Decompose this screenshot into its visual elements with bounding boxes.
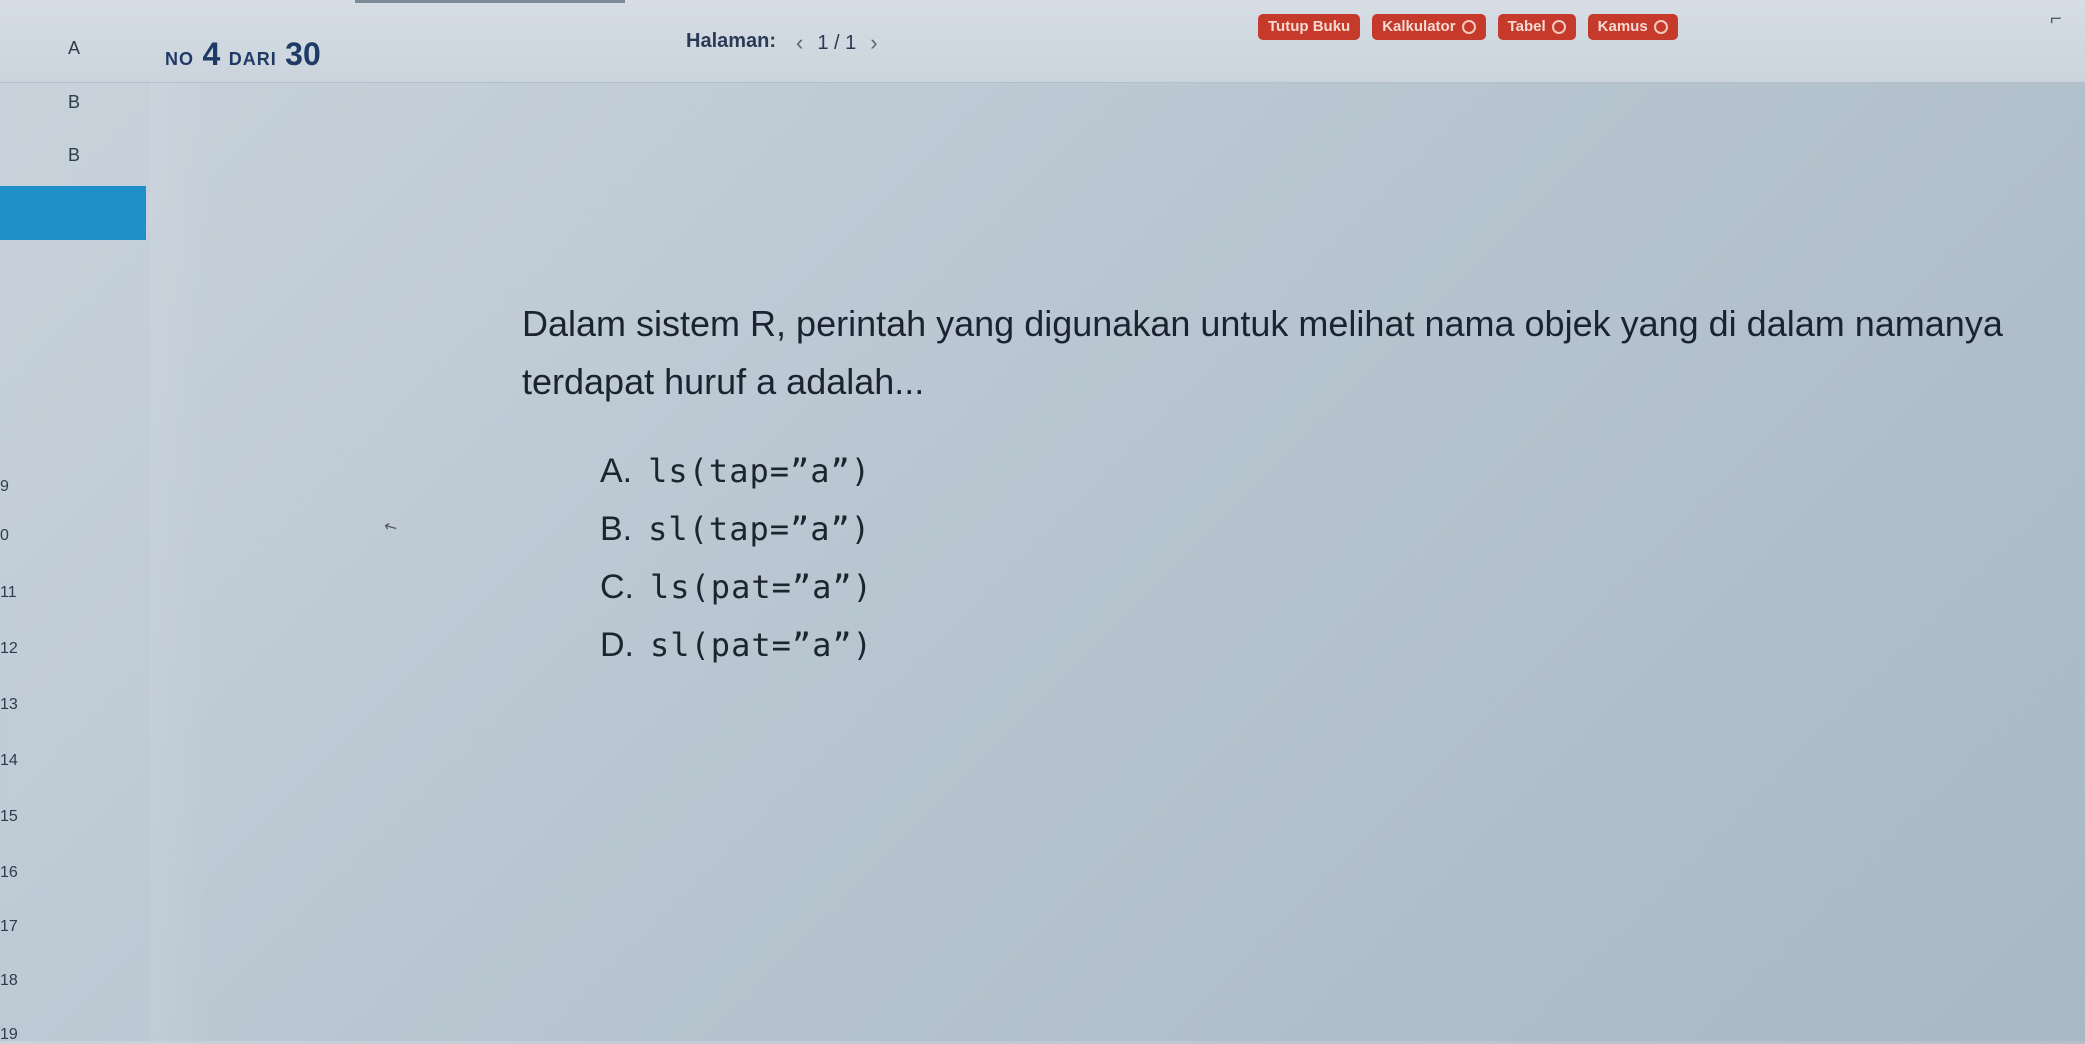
- top-bar: NO 4 DARI 30 Halaman: ‹ 1 / 1 › Tutup Bu…: [0, 0, 2085, 83]
- option-d[interactable]: D. sl(pat=”a”): [600, 616, 873, 674]
- option-b[interactable]: B. sl(tap=”a”): [600, 500, 873, 558]
- prev-page-icon[interactable]: ‹: [796, 30, 803, 56]
- calculator-toggle-icon: [1461, 20, 1476, 34]
- answer-options: A. ls(tap=”a”) B. sl(tap=”a”) C. ls(pat=…: [600, 442, 873, 674]
- question-sidebar: A B B 9 0 11 12 13 14 15 16 17 18 19: [0, 0, 150, 1044]
- sidebar-item-b1[interactable]: B: [68, 92, 80, 113]
- toolbar: Tutup Buku Kalkulator Tabel Kamus: [1258, 14, 1678, 40]
- mouse-cursor-icon: ↖: [380, 516, 402, 539]
- sidebar-number-11[interactable]: 11: [0, 584, 40, 602]
- page-value: 1 / 1: [817, 31, 857, 54]
- sidebar-number-15[interactable]: 15: [0, 808, 40, 826]
- option-c[interactable]: C. ls(pat=”a”): [600, 558, 873, 616]
- question-text: Dalam sistem R, perintah yang digunakan …: [522, 303, 2003, 402]
- sidebar-number-18[interactable]: 18: [0, 972, 40, 990]
- sidebar-active-item[interactable]: [0, 186, 146, 240]
- sidebar-number-12[interactable]: 12: [0, 640, 40, 658]
- top-divider: [355, 0, 625, 3]
- window-corner-icon[interactable]: ⌐: [2050, 8, 2062, 31]
- table-toggle-icon: [1551, 20, 1566, 34]
- table-button[interactable]: Tabel: [1497, 14, 1576, 40]
- sidebar-item-b2[interactable]: B: [68, 145, 80, 166]
- sidebar-number-9[interactable]: 9: [0, 478, 40, 496]
- sidebar-number-16[interactable]: 16: [0, 864, 40, 882]
- close-book-button[interactable]: Tutup Buku: [1258, 14, 1361, 40]
- sidebar-number-19[interactable]: 19: [0, 1026, 40, 1044]
- calculator-button[interactable]: Kalkulator: [1372, 14, 1486, 40]
- sidebar-number-17[interactable]: 17: [0, 918, 40, 936]
- question-counter: NO 4 DARI 30: [165, 36, 321, 72]
- sidebar-item-a[interactable]: A: [68, 38, 80, 59]
- page-label: Halaman:: [686, 30, 777, 52]
- panel-edge: [150, 82, 210, 1041]
- sidebar-number-10[interactable]: 0: [0, 527, 40, 545]
- option-a[interactable]: A. ls(tap=”a”): [600, 442, 873, 500]
- next-page-icon[interactable]: ›: [870, 30, 877, 56]
- dictionary-button[interactable]: Kamus: [1587, 14, 1678, 40]
- page-pager: ‹ 1 / 1 ›: [796, 30, 878, 56]
- sidebar-number-14[interactable]: 14: [0, 752, 40, 770]
- sidebar-number-13[interactable]: 13: [0, 696, 40, 714]
- dictionary-toggle-icon: [1653, 20, 1668, 34]
